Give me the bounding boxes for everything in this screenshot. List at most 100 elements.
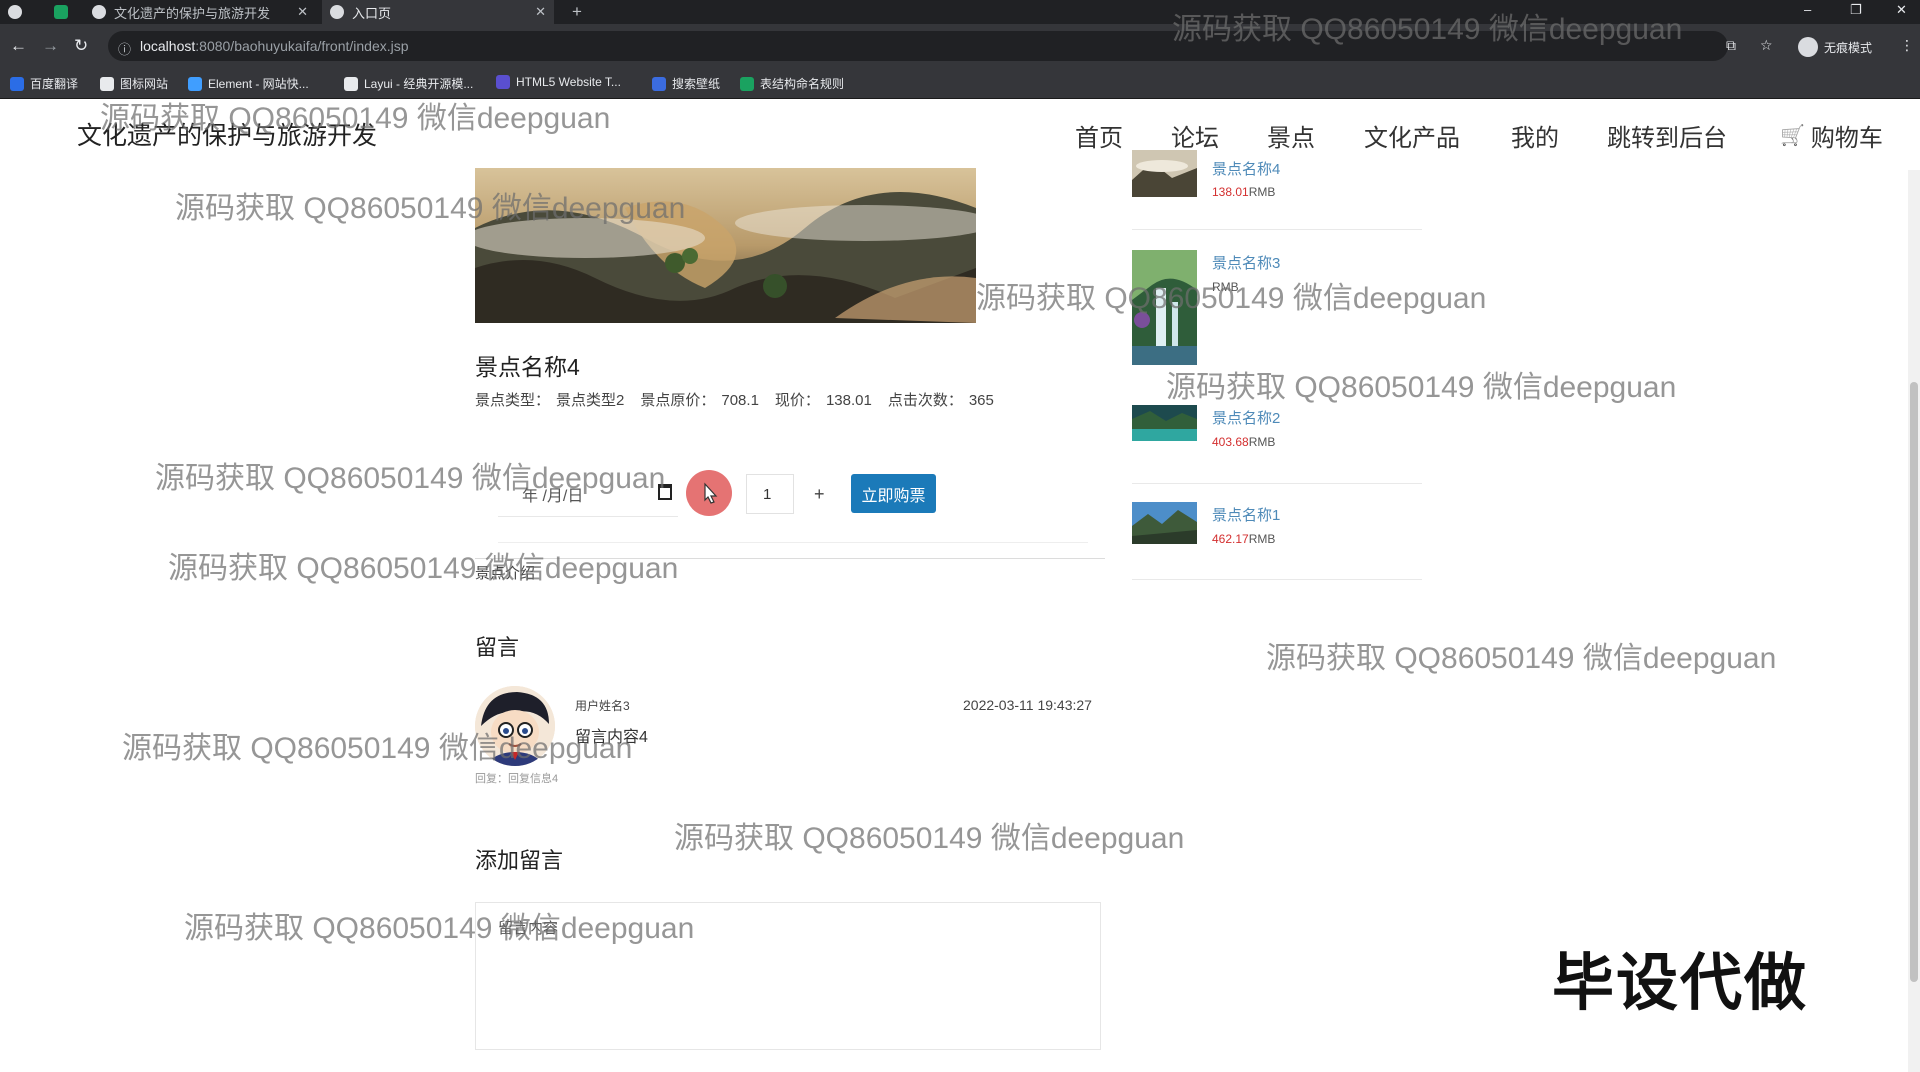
sidebar-spot-name[interactable]: 景点名称2 <box>1212 407 1280 428</box>
buy-ticket-button[interactable]: 立即购票 <box>851 474 936 513</box>
globe-icon <box>92 5 106 19</box>
hand-pointer-icon <box>704 482 718 504</box>
watermark: 源码获取 QQ86050149 微信deepguan <box>674 822 1185 855</box>
bookmark-item[interactable]: 表结构命名规则 <box>740 75 844 92</box>
url-path: :8080/baohuyukaifa/front/index.jsp <box>195 38 409 54</box>
spot-thumbnail <box>1132 502 1197 544</box>
spot-hero-image <box>475 168 976 323</box>
sidebar-spot-price: 138.01RMB <box>1212 185 1275 199</box>
star-icon[interactable]: ☆ <box>1760 37 1773 54</box>
nav-spots[interactable]: 景点 <box>1267 118 1315 153</box>
nav-forum[interactable]: 论坛 <box>1171 118 1219 153</box>
restore-icon[interactable]: ❐ <box>1850 2 1862 18</box>
sidebar-spot-item[interactable]: 景点名称2 403.68RMB <box>1132 405 1422 484</box>
message-time: 2022-03-11 19:43:27 <box>963 697 1092 713</box>
nav-cart[interactable]: 🛒 购物车 <box>1780 118 1883 153</box>
sidebar-spot-price: 403.68RMB <box>1212 435 1275 449</box>
bookmarks-bar: 百度翻译 图标网站 Element - 网站快... Layui - 经典开源模… <box>0 68 1920 99</box>
back-icon[interactable]: ← <box>10 36 27 56</box>
price-unit: RMB <box>1248 532 1276 546</box>
new-tab-button[interactable]: + <box>572 0 596 24</box>
bookmark-favicon-icon <box>10 76 24 91</box>
spot-title: 景点名称4 <box>475 354 580 380</box>
cursor-highlight <box>686 470 732 516</box>
info-icon[interactable]: ⓘ <box>118 39 132 57</box>
sidebar-spot-name[interactable]: 景点名称1 <box>1212 504 1280 525</box>
tab-pinned[interactable] <box>46 0 84 24</box>
sidebar-spot-item[interactable]: 景点名称3 RMB <box>1132 250 1422 382</box>
calendar-icon[interactable] <box>658 484 672 500</box>
quantity-plus-button[interactable]: + <box>814 484 825 505</box>
bookmark-label: 搜索壁纸 <box>672 77 721 91</box>
spot-now-label: 现价： <box>774 392 820 409</box>
spot-thumbnail <box>1132 405 1197 441</box>
incognito-indicator[interactable]: 无痕模式 <box>1798 37 1872 57</box>
sidebar-spot-name[interactable]: 景点名称3 <box>1212 252 1280 273</box>
layui-logo-icon <box>344 76 358 91</box>
bookmark-item[interactable]: 百度翻译 <box>10 75 78 92</box>
spot-orig-value: 708.1 <box>721 392 759 409</box>
page-scrollbar[interactable] <box>1908 170 1920 1072</box>
nav-home[interactable]: 首页 <box>1075 118 1123 153</box>
browser-menu-tab[interactable] <box>0 0 46 24</box>
add-message-heading: 添加留言 <box>475 848 564 873</box>
message-textarea[interactable]: 留言内容 <box>475 902 1101 1050</box>
tab-label: 入口页 <box>352 5 392 21</box>
message-content: 留言内容4 <box>575 729 648 746</box>
bookmark-label: 表结构命名规则 <box>760 77 845 91</box>
close-icon[interactable]: ✕ <box>297 4 308 20</box>
site-title: 文化遗产的保护与旅游开发 <box>77 122 378 150</box>
sidebar-spot-price: 462.17RMB <box>1212 532 1275 546</box>
spot-thumbnail <box>1132 250 1197 365</box>
nav-cart-label: 购物车 <box>1810 125 1883 152</box>
spot-type-value: 景点类型2 <box>556 392 625 409</box>
bookmark-label: Layui - 经典开源模... <box>364 77 474 91</box>
intro-tab[interactable]: 景点介绍 <box>475 562 535 583</box>
element-logo-icon <box>188 76 202 91</box>
sidebar-spot-item[interactable]: 景点名称1 462.17RMB <box>1132 502 1422 580</box>
minimize-icon[interactable]: – <box>1804 2 1811 17</box>
spot-meta: 景点类型： 景点类型2 景点原价： 708.1 现价： 138.01 点击次数： 365 <box>475 389 1000 410</box>
bookmark-item[interactable]: Element - 网站快... <box>188 75 309 92</box>
reload-icon[interactable]: ↻ <box>74 36 88 56</box>
close-icon[interactable]: ✕ <box>535 4 546 20</box>
scrollbar-thumb[interactable] <box>1910 382 1918 982</box>
tab-entry[interactable]: 入口页 ✕ <box>322 0 554 24</box>
nav-culture-products[interactable]: 文化产品 <box>1364 118 1460 153</box>
translate-icon[interactable]: ⧉ <box>1726 37 1736 54</box>
nav-mine[interactable]: 我的 <box>1511 118 1559 153</box>
address-bar[interactable]: ⓘ localhost :8080/baohuyukaifa/front/ind… <box>108 31 1728 61</box>
divider <box>498 542 1088 543</box>
date-placeholder: 年 /月/日 <box>522 488 584 505</box>
price-value: 462.17 <box>1212 532 1249 546</box>
tab-site[interactable]: 文化遗产的保护与旅游开发 ✕ <box>84 0 316 24</box>
cart-icon: 🛒 <box>1780 125 1805 147</box>
textarea-placeholder: 留言内容 <box>498 920 559 937</box>
sidebar-spot-item[interactable]: 景点名称4 138.01RMB <box>1132 150 1422 230</box>
bookmark-item[interactable]: HTML5 Website T... <box>496 75 621 89</box>
close-window-icon[interactable]: ✕ <box>1896 2 1907 18</box>
sidebar-spot-price: RMB <box>1212 280 1239 294</box>
html5-logo-icon <box>496 75 510 89</box>
forward-icon[interactable]: → <box>42 36 59 56</box>
spot-clicks-value: 365 <box>968 392 994 409</box>
browser-menu-icon[interactable]: ⋮ <box>1900 37 1914 54</box>
price-value: 138.01 <box>1212 185 1249 199</box>
messages-heading: 留言 <box>475 635 520 660</box>
spot-thumbnail <box>1132 150 1197 197</box>
price-unit: RMB <box>1248 185 1276 199</box>
nav-admin[interactable]: 跳转到后台 <box>1607 118 1727 153</box>
globe-icon <box>8 5 22 19</box>
bookmark-item[interactable]: 搜索壁纸 <box>652 75 720 92</box>
wallpaper-icon <box>652 76 666 91</box>
quantity-input[interactable]: 1 <box>746 474 794 514</box>
bookmark-item[interactable]: Layui - 经典开源模... <box>344 75 473 92</box>
price-unit: RMB <box>1248 435 1276 449</box>
flag-icon <box>100 76 114 91</box>
watermark: 源码获取 QQ86050149 微信deepguan <box>1266 642 1777 675</box>
sidebar-spot-name[interactable]: 景点名称4 <box>1212 158 1280 179</box>
bookmark-item[interactable]: 图标网站 <box>100 75 168 92</box>
bookmark-label: Element - 网站快... <box>208 77 309 91</box>
spot-type-label: 景点类型： <box>475 392 551 409</box>
date-input[interactable]: 年 /月/日 <box>498 472 678 517</box>
